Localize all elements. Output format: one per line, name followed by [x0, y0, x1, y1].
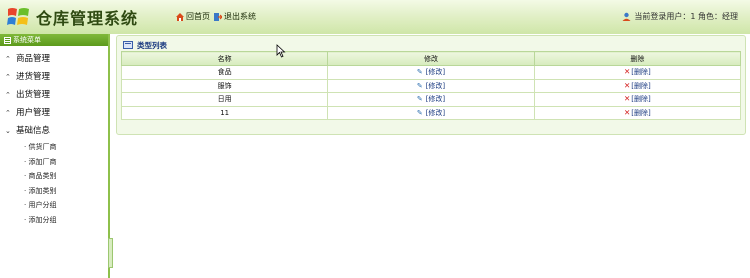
column-header-delete: 删除 — [533, 51, 742, 66]
delete-link[interactable]: ✕[删除] — [623, 107, 651, 117]
home-link-label: 回首页 — [186, 12, 210, 21]
sidebar-heading-label: 系统菜单 — [13, 36, 41, 44]
submenu-item-categories[interactable]: · 商品类别 — [24, 169, 108, 184]
sidebar-heading: 系统菜单 — [0, 34, 108, 46]
table-header-row: 名称 修改 删除 — [120, 51, 742, 66]
edit-link[interactable]: ✎ [修改] — [417, 109, 445, 117]
cell-edit: ✎ [修改] — [327, 78, 535, 93]
home-link[interactable]: 回首页 — [176, 11, 210, 22]
submenu-item-user-groups[interactable]: · 用户分组 — [24, 198, 108, 213]
basic-info-submenu: · 供货厂商 · 添加厂商 · 商品类别 · 添加类别 · 用户分组 · 添加分… — [0, 140, 108, 227]
sidebar-item-label: 进货管理 — [16, 72, 51, 82]
sidebar-item-purchase[interactable]: ⌃ 进货管理 — [0, 68, 108, 86]
logout-link-label: 退出系统 — [224, 12, 256, 21]
submenu-item-label: 供货厂商 — [28, 143, 57, 151]
cell-name: 服饰 — [120, 78, 329, 93]
collapse-arrow-icon: ⌃ — [5, 55, 11, 63]
sidebar-item-label: 基础信息 — [16, 126, 51, 136]
submenu-item-add-supplier[interactable]: · 添加厂商 — [24, 155, 108, 170]
cell-delete: ✕[删除] — [533, 105, 742, 120]
menu-icon — [4, 36, 11, 44]
edit-link[interactable]: ✎ [修改] — [417, 82, 445, 90]
edit-link-label: [修改] — [425, 108, 446, 117]
delete-x-icon: ✕ — [623, 80, 631, 90]
submenu-item-label: 添加类别 — [28, 186, 57, 195]
delete-link[interactable]: ✕[删除] — [623, 67, 651, 77]
edit-link-label: [修改] — [425, 68, 446, 77]
pencil-icon: ✎ — [416, 81, 423, 90]
cell-name: 日用 — [120, 92, 329, 107]
cell-delete: ✕[删除] — [533, 65, 742, 80]
category-list-panel: 类型列表 名称 修改 删除 食品 ✎[修改] ✕[删除] 服饰 ✎[修改] — [116, 35, 746, 135]
user-icon — [622, 12, 631, 21]
submenu-item-label: 用户分组 — [28, 201, 57, 209]
delete-link-label: [删除] — [631, 108, 651, 117]
pencil-icon: ✎ — [416, 108, 423, 117]
table-row: 11 ✎ [修改] ✕[删除] — [120, 105, 742, 120]
table-row: 服饰 ✎ [修改] ✕[删除] — [120, 78, 742, 93]
column-header-edit: 修改 — [327, 51, 535, 66]
windows-logo-icon — [7, 8, 29, 25]
category-table-wrapper: 名称 修改 删除 食品 ✎ [修改] ✕[删除] 服饰 ✎ [修改] ✕[删除] 日… — [120, 51, 742, 120]
category-table: 名称 修改 删除 食品 ✎ [修改] ✕[删除] 服饰 ✎ [修改] ✕[删除] 日… — [120, 51, 742, 120]
sidebar: 系统菜单 ⌃ 商品管理 ⌃ 进货管理 ⌃ 出货管理 ⌃ 用户管理 ⌄ 基础信息 … — [0, 34, 110, 278]
edit-link[interactable]: ✎ [修改] — [417, 68, 445, 76]
submenu-item-label: 商品类别 — [28, 172, 57, 180]
sidebar-item-users[interactable]: ⌃ 用户管理 — [0, 104, 108, 122]
sidebar-item-label: 出货管理 — [16, 90, 51, 100]
list-window-icon — [123, 41, 133, 49]
table-row: 日用 ✎ [修改] ✕[删除] — [120, 92, 742, 107]
user-info-text: 当前登录用户：1 角色：经理 — [634, 12, 738, 21]
logout-link[interactable]: 退出系统 — [214, 11, 256, 22]
panel-title: 类型列表 — [137, 40, 167, 50]
edit-link-label: [修改] — [425, 95, 446, 104]
submenu-item-add-group[interactable]: · 添加分组 — [24, 213, 108, 228]
panel-header: 类型列表 — [123, 39, 167, 51]
cell-delete: ✕[删除] — [533, 92, 742, 107]
sidebar-item-label: 用户管理 — [16, 108, 51, 118]
app-title: 仓库管理系统 — [36, 9, 139, 28]
sidebar-item-label: 商品管理 — [16, 54, 51, 64]
home-icon — [176, 12, 184, 21]
delete-link-label: [删除] — [631, 95, 651, 104]
user-info: 当前登录用户：1 角色：经理 — [622, 11, 738, 22]
pencil-icon: ✎ — [416, 95, 423, 104]
mouse-cursor-icon — [276, 44, 286, 58]
cell-edit: ✎ [修改] — [327, 92, 535, 107]
app-header: 仓库管理系统 回首页 退出系统 当前登录用户：1 角色：经理 — [0, 0, 750, 34]
pencil-icon: ✎ — [416, 68, 423, 77]
collapse-arrow-icon: ⌃ — [5, 91, 11, 99]
edit-link-label: [修改] — [425, 81, 446, 90]
delete-link-label: [删除] — [631, 68, 651, 77]
submenu-item-add-category[interactable]: · 添加类别 — [24, 184, 108, 199]
submenu-item-label: 添加厂商 — [28, 157, 57, 166]
expand-arrow-icon: ⌄ — [5, 127, 11, 135]
sidebar-item-basic-info[interactable]: ⌄ 基础信息 — [0, 122, 108, 140]
submenu-item-label: 添加分组 — [28, 215, 57, 224]
cell-name: 11 — [120, 105, 329, 120]
cell-edit: ✎ [修改] — [327, 105, 535, 120]
delete-x-icon: ✕ — [623, 67, 631, 77]
sidebar-item-goods[interactable]: ⌃ 商品管理 — [0, 50, 108, 68]
cell-delete: ✕[删除] — [533, 78, 742, 93]
logout-icon — [214, 12, 222, 21]
submenu-item-suppliers[interactable]: · 供货厂商 — [24, 140, 108, 155]
column-header-name: 名称 — [120, 51, 329, 66]
sidebar-item-shipment[interactable]: ⌃ 出货管理 — [0, 86, 108, 104]
cell-name: 食品 — [120, 65, 329, 80]
collapse-arrow-icon: ⌃ — [5, 73, 11, 81]
sidebar-splitter-handle[interactable] — [108, 238, 113, 268]
delete-x-icon: ✕ — [623, 107, 631, 117]
edit-link[interactable]: ✎ [修改] — [417, 95, 445, 103]
delete-link[interactable]: ✕[删除] — [623, 80, 651, 90]
table-row: 食品 ✎ [修改] ✕[删除] — [120, 65, 742, 80]
delete-x-icon: ✕ — [623, 94, 631, 104]
sidebar-menu: ⌃ 商品管理 ⌃ 进货管理 ⌃ 出货管理 ⌃ 用户管理 ⌄ 基础信息 — [0, 50, 108, 140]
delete-link[interactable]: ✕[删除] — [623, 94, 651, 104]
delete-link-label: [删除] — [631, 81, 651, 90]
cell-edit: ✎ [修改] — [327, 65, 535, 80]
collapse-arrow-icon: ⌃ — [5, 109, 11, 117]
